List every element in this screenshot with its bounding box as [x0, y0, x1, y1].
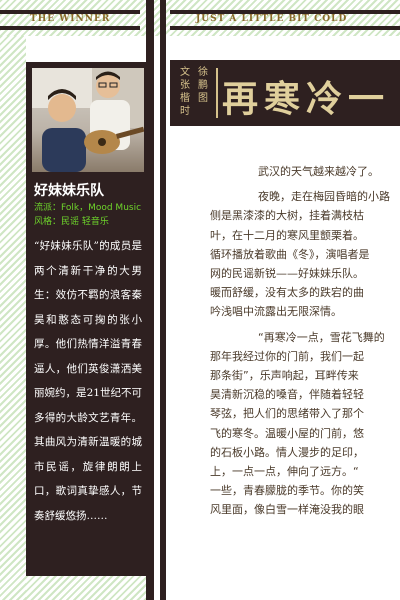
- credit-char: 鹏: [198, 80, 208, 91]
- article-line: 上，一点一点，伸向了远方。“: [210, 465, 359, 479]
- credit-char: 张: [180, 80, 190, 91]
- credit-char: 图: [198, 93, 208, 104]
- credit-char: 时: [180, 106, 190, 117]
- article-line: 昊清新沉稳的嗓音，伴随着轻轻: [210, 388, 364, 402]
- top-header: THE WINNER JUST A LITTLE BIT COLD: [0, 0, 400, 36]
- band-genre: 流派：Folk，Mood Music: [34, 203, 142, 213]
- bottom-stripe-border: [26, 576, 148, 600]
- article-title-block: 文 张 楷 时 徐 鹏 图 再寒冷一: [170, 60, 400, 126]
- article-line: 琴弦，把人们的思绪带入了那个: [210, 407, 364, 421]
- center-bar-thin: [160, 0, 166, 600]
- header-rule: [0, 26, 140, 30]
- band-style: 风格：民谣 轻音乐: [34, 217, 109, 227]
- band-name: 好妹妹乐队: [34, 183, 104, 199]
- article-line: 武汉的天气越来越冷了。: [258, 165, 379, 178]
- article-line: 吟浅唱中流露出无限深情。: [210, 305, 342, 319]
- title-divider: [216, 68, 218, 118]
- credit-char: 文: [180, 67, 190, 78]
- band-photo: [32, 68, 144, 172]
- article-title: 再寒冷一: [222, 78, 391, 120]
- header-right-text: JUST A LITTLE BIT COLD: [196, 14, 348, 24]
- credit-char: 徐: [198, 67, 208, 78]
- article-line: 暖而舒缓，没有太多的跌宕的曲: [210, 286, 364, 300]
- band-description: “好妹妹乐队”的成员是两个清新干净的大男生：效仿不羁的浪客秦昊和憨态可掬的张小厚…: [34, 240, 142, 522]
- photo-credit: 徐 鹏 图: [198, 66, 208, 105]
- header-left-text: THE WINNER: [30, 14, 111, 24]
- article-line: 那年我经过你的门前，我们一起: [210, 349, 364, 363]
- article-line: 夜晚，走在梅园昏暗的小路: [258, 190, 390, 204]
- article-line: “再寒冷一点，雪花飞舞的: [258, 330, 385, 344]
- band-profile-panel: 好妹妹乐队 流派：Folk，Mood Music 风格：民谣 轻音乐 “好妹妹乐…: [26, 62, 148, 576]
- article-line: 循环播放着歌曲《冬》，演唱者是: [210, 247, 370, 261]
- article-line: 叶，在十二月的寒风里颤栗着。: [210, 228, 364, 242]
- article-line: 的石板小路。情人漫步的足印，: [210, 445, 364, 459]
- article-line: 风里面，像白雪一样淹没我的眼: [210, 503, 364, 517]
- author-credit: 文 张 楷 时: [180, 66, 190, 118]
- band-photo-illustration: [32, 68, 144, 172]
- article-line: 那条街”，乐声响起，耳畔传来: [210, 369, 359, 383]
- article-line: 侧是黑漆漆的大树，挂着满枝枯: [210, 209, 364, 223]
- article-line: 飞的寒冬。温暖小屋的门前，悠: [210, 426, 364, 440]
- left-stripe-border: [0, 36, 26, 600]
- header-rule: [170, 26, 400, 30]
- credit-char: 楷: [180, 93, 190, 104]
- article-line: 一些，青春朦胧的季节。你的笑: [210, 484, 364, 498]
- article-line: 网的民谣新锐——好妹妹乐队。: [210, 267, 364, 281]
- article-body: 武汉的天气越来越冷了。 夜晚，走在梅园昏暗的小路 侧是黑漆漆的大树，挂着满枝枯 …: [210, 162, 400, 526]
